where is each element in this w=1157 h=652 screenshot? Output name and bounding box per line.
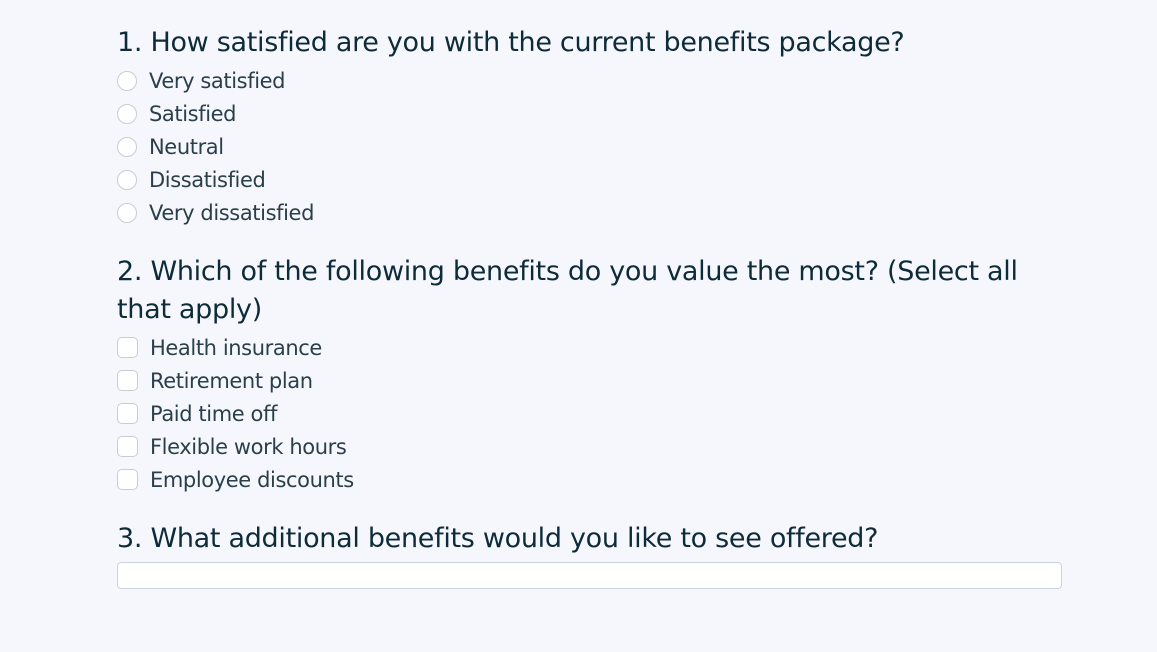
radio-button[interactable] [117,202,137,223]
question-title: 2. Which of the following benefits do yo… [117,256,1018,325]
checkbox[interactable] [117,370,138,391]
checkbox[interactable] [117,469,138,490]
checkbox-option-flexible-work-hours[interactable]: Flexible work hours [117,430,1062,463]
option-label: Health insurance [150,335,322,360]
question-title: 1. How satisfied are you with the curren… [117,27,905,58]
question-title: 3. What additional benefits would you li… [117,523,879,554]
radio-group-satisfaction: Very satisfied Satisfied Neutral Dissati… [117,64,1062,229]
checkbox-option-retirement-plan[interactable]: Retirement plan [117,364,1062,397]
option-label: Retirement plan [150,368,313,393]
option-label: Neutral [149,134,224,159]
radio-button[interactable] [117,169,137,190]
radio-button[interactable] [117,136,137,157]
radio-option-dissatisfied[interactable]: Dissatisfied [117,163,1062,196]
benefits-survey-form: 1. How satisfied are you with the curren… [117,24,1062,589]
checkbox-group-benefits: Health insurance Retirement plan Paid ti… [117,331,1062,496]
option-label: Flexible work hours [150,434,347,459]
option-label: Very dissatisfied [149,200,314,225]
option-label: Very satisfied [149,68,286,93]
question-valued-benefits: 2. Which of the following benefits do yo… [117,253,1062,496]
option-label: Satisfied [149,101,237,126]
radio-option-satisfied[interactable]: Satisfied [117,97,1062,130]
question-satisfaction: 1. How satisfied are you with the curren… [117,24,1062,229]
checkbox-option-paid-time-off[interactable]: Paid time off [117,397,1062,430]
option-label: Paid time off [150,401,277,426]
radio-button[interactable] [117,103,137,124]
checkbox[interactable] [117,403,138,424]
additional-benefits-input[interactable] [117,562,1062,589]
checkbox-option-health-insurance[interactable]: Health insurance [117,331,1062,364]
option-label: Employee discounts [150,467,354,492]
question-additional-benefits: 3. What additional benefits would you li… [117,520,1062,589]
option-label: Dissatisfied [149,167,266,192]
checkbox[interactable] [117,436,138,457]
radio-option-very-dissatisfied[interactable]: Very dissatisfied [117,196,1062,229]
radio-option-neutral[interactable]: Neutral [117,130,1062,163]
radio-button[interactable] [117,70,137,91]
checkbox-option-employee-discounts[interactable]: Employee discounts [117,463,1062,496]
checkbox[interactable] [117,337,138,358]
radio-option-very-satisfied[interactable]: Very satisfied [117,64,1062,97]
